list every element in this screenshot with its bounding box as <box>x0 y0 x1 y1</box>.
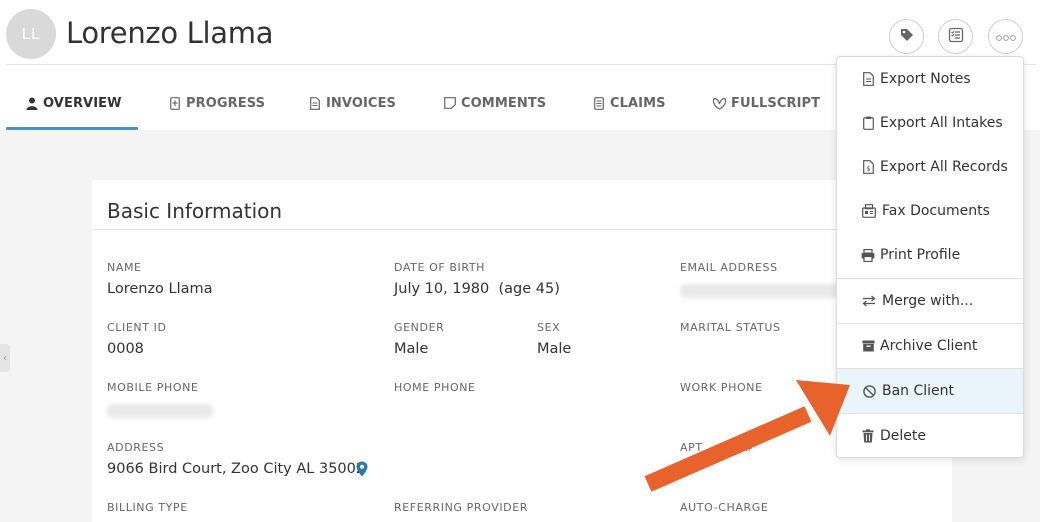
fax-icon <box>861 203 877 219</box>
mobile-phone-label: MOBILE PHONE <box>107 381 199 394</box>
client-id-label: CLIENT ID <box>107 321 167 334</box>
tab-comments[interactable]: COMMENTS <box>443 84 546 130</box>
more-options-button[interactable] <box>988 19 1023 54</box>
menu-item-archive-client[interactable]: Archive Client <box>837 324 1023 368</box>
tab-fullscript[interactable]: FULLSCRIPT <box>711 84 820 130</box>
tab-label: PROGRESS <box>186 96 266 111</box>
tab-progress[interactable]: PROGRESS <box>168 84 265 130</box>
avatar: LL <box>6 9 56 59</box>
progress-doc-icon <box>168 96 182 110</box>
tab-bar: OVERVIEW PROGRESS INVOICES COMMENTS CLAI… <box>0 84 840 130</box>
auto-charge-label: AUTO-CHARGE <box>680 501 769 514</box>
menu-item-label: Merge with... <box>882 293 974 309</box>
merge-arrows-icon <box>861 293 877 309</box>
marital-status-label: MARITAL STATUS <box>680 321 781 334</box>
clipboard-icon <box>861 115 875 131</box>
menu-item-label: Export All Records <box>880 159 1008 175</box>
section-title: Basic Information <box>107 199 283 223</box>
file-icon <box>861 71 875 87</box>
checklist-button[interactable] <box>938 19 973 54</box>
menu-item-delete[interactable]: Delete <box>837 414 1023 458</box>
menu-item-label: Export All Intakes <box>880 115 1003 131</box>
menu-item-label: Delete <box>880 428 926 444</box>
trash-icon <box>861 428 875 444</box>
menu-item-fax-documents[interactable]: Fax Documents <box>837 189 1023 233</box>
comment-icon <box>443 96 457 110</box>
menu-item-export-all-intakes[interactable]: Export All Intakes <box>837 101 1023 145</box>
tab-label: COMMENTS <box>461 96 547 111</box>
email-value-redacted <box>680 284 840 298</box>
apt-number-label: # <box>744 441 754 454</box>
printer-icon <box>861 247 875 263</box>
menu-item-label: Print Profile <box>880 247 961 263</box>
address-value: 9066 Bird Court, Zoo City AL 35002 <box>107 461 366 477</box>
mobile-phone-value-redacted <box>107 404 213 418</box>
billing-type-label: BILLING TYPE <box>107 501 188 514</box>
claims-doc-icon <box>592 96 606 110</box>
tag-button[interactable] <box>889 19 924 54</box>
ban-icon <box>861 383 877 399</box>
dob-label: DATE OF BIRTH <box>394 261 486 274</box>
work-phone-label: WORK PHONE <box>680 381 763 394</box>
apt-label: APT <box>680 441 703 454</box>
tab-label: INVOICES <box>326 96 397 111</box>
client-id-value: 0008 <box>107 341 144 357</box>
gender-value: Male <box>394 341 429 357</box>
more-options-icon <box>995 27 1017 46</box>
menu-item-print-profile[interactable]: Print Profile <box>837 233 1023 277</box>
menu-item-ban-client[interactable]: Ban Client <box>837 369 1023 413</box>
tab-label: OVERVIEW <box>43 96 122 111</box>
chevron-left-icon: ‹ <box>3 352 7 364</box>
menu-item-label: Export Notes <box>880 71 971 87</box>
checklist-icon <box>948 27 964 47</box>
sex-label: SEX <box>537 321 561 334</box>
basic-information-card: Basic Information NAME Lorenzo Llama DAT… <box>92 180 952 522</box>
file-dollar-icon: $ <box>861 159 875 175</box>
referring-provider-label: REFERRING PROVIDER <box>394 501 529 514</box>
tab-label: FULLSCRIPT <box>731 96 821 111</box>
sidebar-toggle[interactable]: ‹ <box>0 344 10 372</box>
archive-box-icon <box>861 338 875 354</box>
invoice-doc-icon <box>308 96 322 110</box>
menu-item-merge-with[interactable]: Merge with... <box>837 279 1023 323</box>
menu-item-export-all-records[interactable]: $ Export All Records <box>837 145 1023 189</box>
tab-overview[interactable]: OVERVIEW <box>25 84 122 130</box>
person-icon <box>25 96 39 110</box>
page-title: Lorenzo Llama <box>66 16 274 50</box>
location-pin-icon[interactable] <box>356 461 368 481</box>
svg-text:$: $ <box>866 165 870 173</box>
sex-value: Male <box>537 341 572 357</box>
menu-item-label: Ban Client <box>882 383 955 399</box>
fullscript-leaf-icon <box>711 96 727 110</box>
menu-item-export-notes[interactable]: Export Notes <box>837 57 1023 101</box>
menu-item-label: Archive Client <box>880 338 978 354</box>
tab-label: CLAIMS <box>610 96 666 111</box>
tab-invoices[interactable]: INVOICES <box>308 84 396 130</box>
tag-icon <box>899 27 915 47</box>
menu-item-label: Fax Documents <box>882 203 990 219</box>
email-label: EMAIL ADDRESS <box>680 261 778 274</box>
section-divider <box>92 229 952 230</box>
dob-value: July 10, 1980 (age 45) <box>394 281 560 297</box>
home-phone-label: HOME PHONE <box>394 381 476 394</box>
more-options-menu: Export Notes Export All Intakes $ Export… <box>836 56 1024 458</box>
address-label: ADDRESS <box>107 441 165 454</box>
tab-claims[interactable]: CLAIMS <box>592 84 666 130</box>
name-label: NAME <box>107 261 142 274</box>
gender-label: GENDER <box>394 321 445 334</box>
name-value: Lorenzo Llama <box>107 281 213 297</box>
